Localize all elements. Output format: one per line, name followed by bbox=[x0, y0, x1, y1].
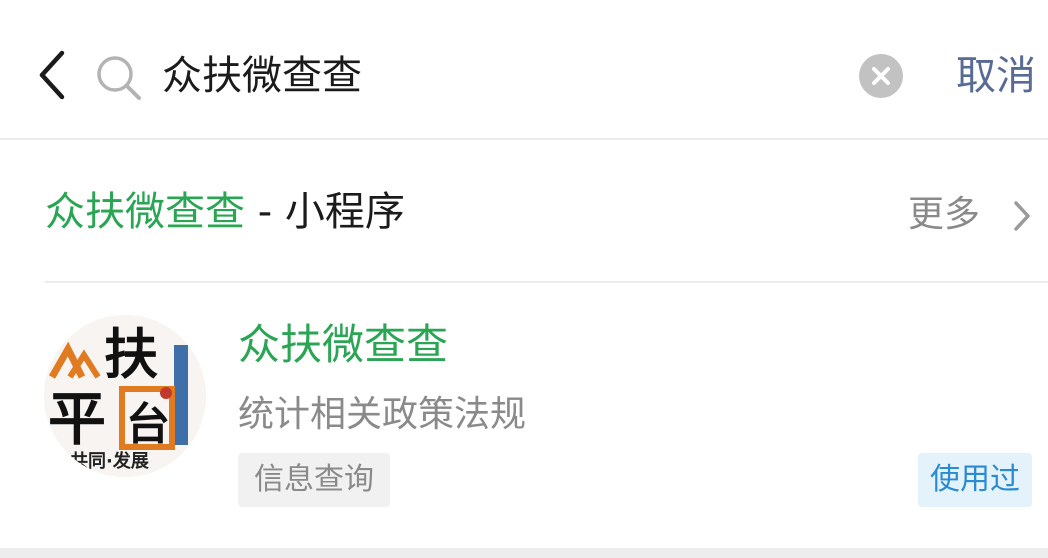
section-type-label: - 小程序 bbox=[245, 189, 405, 235]
chevron-right-icon bbox=[1014, 201, 1030, 231]
logo-char-ping: 平 bbox=[48, 385, 106, 453]
logo-footer: 共同·发展 bbox=[70, 450, 150, 472]
more-label: 更多 bbox=[908, 194, 981, 235]
clear-circle-icon bbox=[872, 67, 890, 85]
mini-program-result[interactable]: 扶 平 台 共同·发展 众扶微查查 统计相关政策法规 信息查询 使用过 bbox=[0, 283, 1048, 548]
app-name: 众扶微查查 bbox=[238, 320, 449, 369]
search-input[interactable] bbox=[162, 46, 842, 106]
section-title: 众扶微查查 - 小程序 bbox=[45, 185, 405, 239]
logo-char-fu: 扶 bbox=[104, 323, 158, 386]
cancel-button[interactable]: 取消 bbox=[956, 44, 1036, 108]
clear-search-button[interactable] bbox=[859, 54, 903, 98]
logo-char-tai: 台 bbox=[126, 399, 170, 450]
app-logo: 扶 平 台 共同·发展 bbox=[44, 315, 206, 477]
search-icon bbox=[97, 56, 141, 100]
logo-graphic: 扶 平 台 共同·发展 bbox=[44, 315, 206, 477]
used-badge: 使用过 bbox=[918, 453, 1032, 507]
category-tag: 信息查询 bbox=[238, 453, 390, 507]
section-keyword: 众扶微查查 bbox=[45, 189, 245, 235]
back-button[interactable] bbox=[30, 45, 80, 105]
section-header: 众扶微查查 - 小程序 更多 bbox=[0, 140, 1048, 282]
search-results-screen: 取消 众扶微查查 - 小程序 更多 扶 bbox=[0, 0, 1048, 558]
search-bar: 取消 bbox=[0, 0, 1048, 140]
chevron-left-icon bbox=[39, 50, 65, 100]
bottom-separator bbox=[0, 548, 1048, 558]
app-description: 统计相关政策法规 bbox=[238, 394, 527, 435]
more-link[interactable]: 更多 bbox=[908, 190, 1030, 240]
